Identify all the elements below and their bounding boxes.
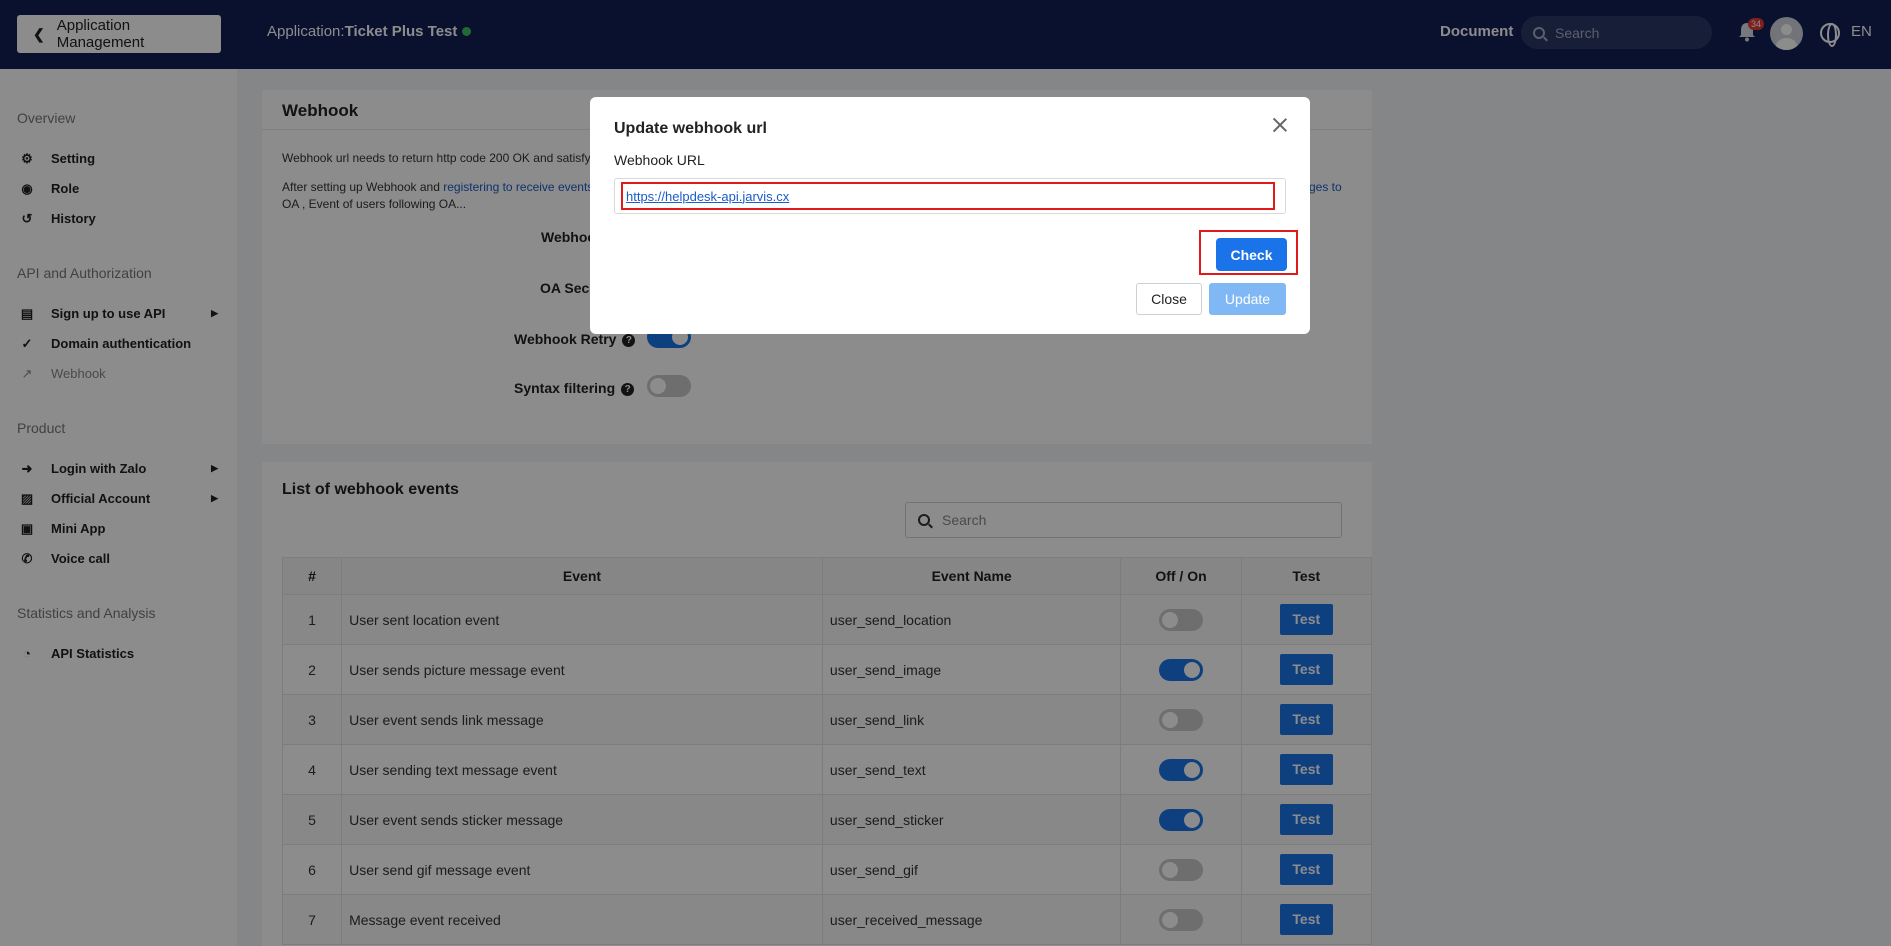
webhook-url-field-label: Webhook URL — [614, 152, 705, 168]
close-icon[interactable] — [1270, 115, 1290, 135]
update-button[interactable]: Update — [1209, 283, 1286, 315]
update-webhook-modal: Update webhook url Webhook URL https://h… — [590, 97, 1310, 334]
webhook-url-input[interactable]: https://helpdesk-api.jarvis.cx — [621, 182, 1275, 210]
check-button[interactable]: Check — [1216, 238, 1287, 271]
webhook-url-field-wrapper: https://helpdesk-api.jarvis.cx — [614, 178, 1286, 214]
close-button[interactable]: Close — [1136, 283, 1202, 315]
modal-title: Update webhook url — [614, 120, 767, 137]
